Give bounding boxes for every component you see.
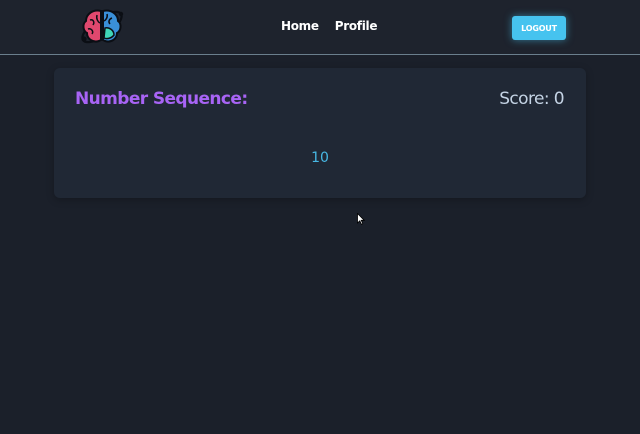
navbar: Home Profile LOGOUT [0,0,640,55]
nav-link-profile[interactable]: Profile [335,19,378,33]
game-title: Number Sequence: [75,89,248,109]
nav-links: Home Profile [281,19,377,33]
score-label: Score: [499,89,554,109]
score-value: 0 [553,89,565,109]
game-card: Number Sequence: Score: 0 10 [54,68,586,198]
score-display: Score: 0 [499,89,564,109]
logout-button[interactable]: LOGOUT [512,16,566,40]
sequence-number: 10 [311,150,329,166]
mouse-cursor-icon [357,210,366,225]
brain-logo-icon[interactable] [78,6,126,48]
nav-link-home[interactable]: Home [281,19,319,33]
